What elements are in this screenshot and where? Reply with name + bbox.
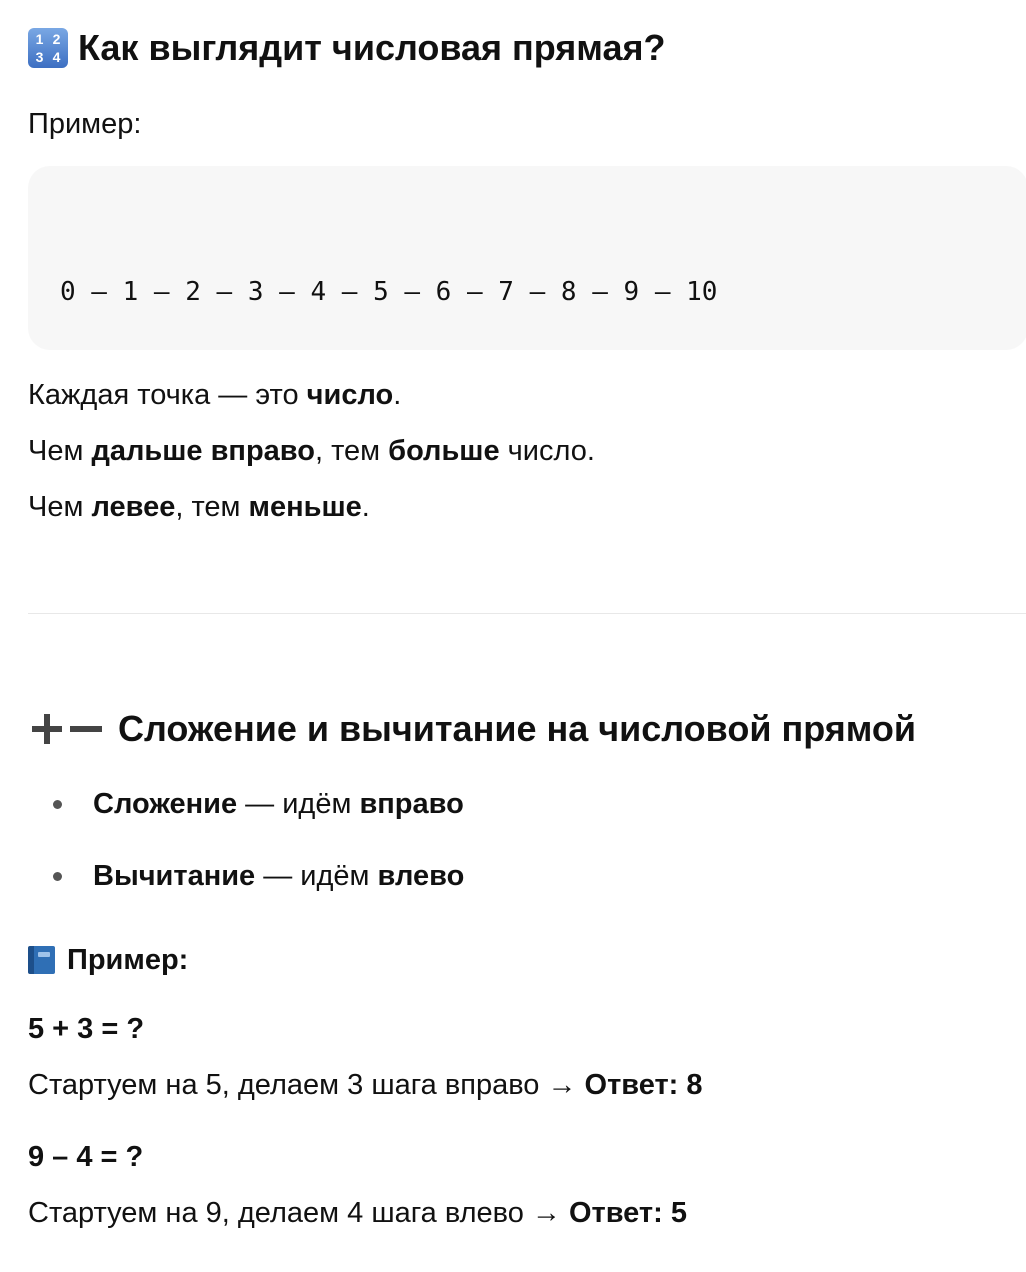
answer-text: Ответ: 5 bbox=[568, 1197, 687, 1229]
example-label: Пример: bbox=[28, 108, 142, 140]
example-equation: 5 + 3 = ? bbox=[28, 1013, 145, 1045]
heading-number-line: 1 2 3 4 Как выглядит числовая прямая? bbox=[28, 26, 665, 70]
text-span: Чем bbox=[28, 435, 92, 467]
list-item: Сложение — идём вправо bbox=[28, 786, 464, 858]
bold-text: меньше bbox=[248, 491, 362, 523]
heading-text: Сложение и вычитание на числовой прямой bbox=[118, 708, 916, 749]
icon-digit: 1 bbox=[35, 31, 44, 47]
code-block: 0 — 1 — 2 — 3 — 4 — 5 — 6 — 7 — 8 — 9 — … bbox=[28, 166, 1026, 350]
paragraph-left-smaller: Чем левее, тем меньше. bbox=[28, 489, 370, 525]
bold-text: дальше вправо bbox=[91, 435, 315, 467]
heading-add-subtract: Сложение и вычитание на числовой прямой bbox=[28, 707, 916, 751]
bold-text: Вычитание bbox=[93, 860, 256, 892]
input-numbers-icon: 1 2 3 4 bbox=[28, 28, 68, 68]
paragraph-right-bigger: Чем дальше вправо, тем больше число. bbox=[28, 433, 595, 469]
section-divider bbox=[28, 613, 1026, 614]
bullet-dot-icon bbox=[53, 872, 62, 881]
paragraph-point-is-number: Каждая точка — это число. bbox=[28, 377, 401, 413]
example-equation: 9 – 4 = ? bbox=[28, 1141, 144, 1173]
bullet-list: Сложение — идём вправо Вычитание — идём … bbox=[28, 786, 464, 930]
icon-digit: 2 bbox=[52, 31, 61, 47]
plus-minus-icon bbox=[28, 709, 106, 749]
text-span: . bbox=[393, 379, 402, 411]
text-span: Чем bbox=[28, 491, 92, 523]
icon-digit: 3 bbox=[35, 49, 44, 65]
text-span: — идём bbox=[255, 860, 378, 892]
bold-text: вправо bbox=[359, 788, 464, 820]
heading-text: Пример: bbox=[67, 944, 189, 976]
text-span: . bbox=[361, 491, 370, 523]
example-explanation: Стартуем на 5, делаем 3 шага вправо → От… bbox=[28, 1067, 703, 1103]
example-explanation: Стартуем на 9, делаем 4 шага влево → Отв… bbox=[28, 1195, 687, 1231]
heading-text: Как выглядит числовая прямая? bbox=[78, 27, 666, 68]
bold-text: влево bbox=[377, 860, 465, 892]
example-heading: Пример: bbox=[28, 942, 188, 978]
bold-text: больше bbox=[388, 435, 500, 467]
list-item: Вычитание — идём влево bbox=[28, 858, 464, 930]
text-span: — идём bbox=[237, 788, 360, 820]
bold-text: число bbox=[306, 379, 394, 411]
icon-digit: 4 bbox=[52, 49, 61, 65]
bold-text: левее bbox=[91, 491, 176, 523]
text-span: Каждая точка — это bbox=[28, 379, 307, 411]
text-span: , тем bbox=[314, 435, 389, 467]
number-line-code: 0 — 1 — 2 — 3 — 4 — 5 — 6 — 7 — 8 — 9 — … bbox=[60, 277, 718, 307]
blue-book-icon bbox=[28, 945, 56, 975]
bold-text: Сложение bbox=[93, 788, 238, 820]
text-span: число. bbox=[499, 435, 595, 467]
answer-text: Ответ: 8 bbox=[584, 1069, 703, 1101]
text-span: Стартуем на 5, делаем 3 шага вправо → bbox=[28, 1069, 585, 1101]
bullet-dot-icon bbox=[53, 800, 62, 809]
text-span: , тем bbox=[175, 491, 249, 523]
text-span: Стартуем на 9, делаем 4 шага влево → bbox=[28, 1197, 569, 1229]
